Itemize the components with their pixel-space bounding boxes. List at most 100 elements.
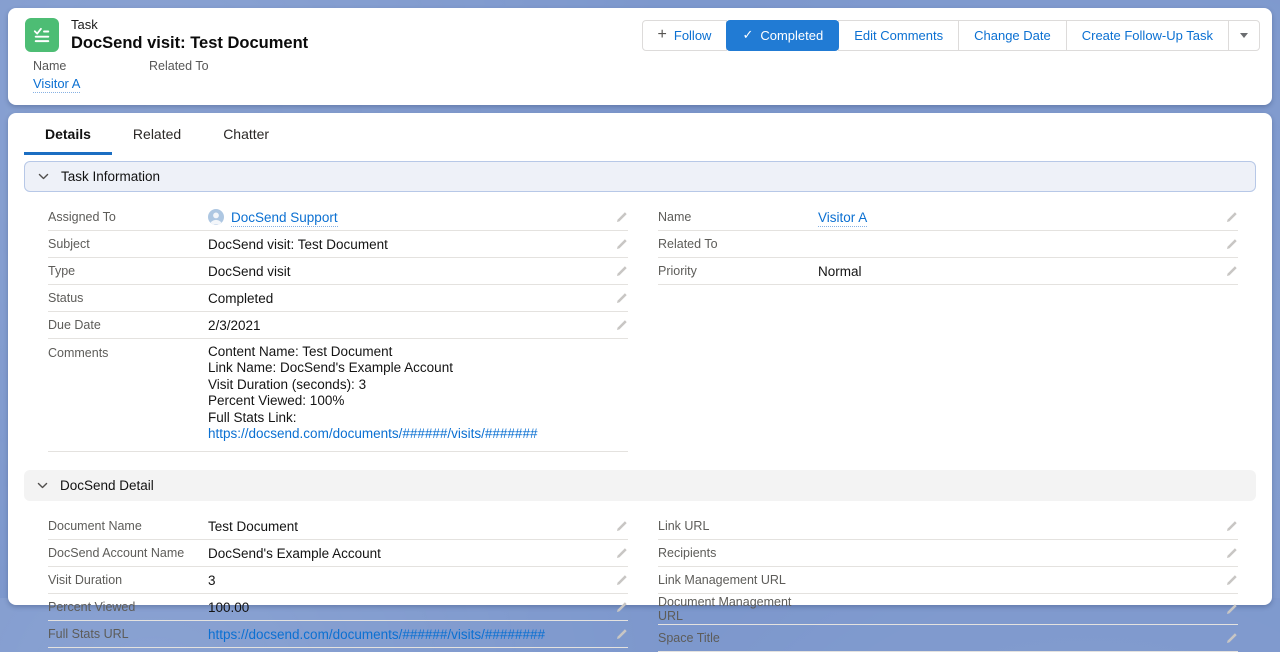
edit-pencil-icon[interactable] xyxy=(1225,238,1238,251)
field-label: DocSend Account Name xyxy=(48,546,185,561)
field-row: Name Visitor A xyxy=(658,204,1238,231)
edit-pencil-icon[interactable] xyxy=(1225,265,1238,278)
edit-pencil-glyph xyxy=(616,602,627,612)
field-value: 100.00 xyxy=(208,599,250,615)
url-link[interactable]: https://docsend.com/documents/######/vis… xyxy=(208,627,545,642)
field-value: 2/3/2021 xyxy=(208,317,261,333)
edit-pencil-glyph xyxy=(616,521,627,531)
page-title: DocSend visit: Test Document xyxy=(71,34,309,53)
record-link[interactable]: Visitor A xyxy=(818,209,868,227)
field-label: Name xyxy=(658,210,692,224)
field-label: Related To xyxy=(658,237,718,251)
edit-pencil-glyph xyxy=(1226,211,1237,222)
tab-related[interactable]: Related xyxy=(112,115,202,155)
field-label: Link Management URL xyxy=(658,573,786,588)
edit-pencil-icon[interactable] xyxy=(1225,603,1238,616)
action-button-group: + Follow ✓ Completed Edit Comments Chang… xyxy=(641,19,1260,51)
edit-pencil-glyph xyxy=(1226,238,1237,249)
record-detail-card: Details Related Chatter Task Information A… xyxy=(8,113,1272,652)
field-row: Subject DocSend visit: Test Document xyxy=(48,231,628,258)
change-date-button[interactable]: Change Date xyxy=(958,19,1067,51)
field-label: Document Name xyxy=(48,519,142,534)
field-value xyxy=(818,244,1217,245)
tab-details[interactable]: Details xyxy=(24,115,112,155)
check-icon: ✓ xyxy=(742,27,754,43)
field-row: Link Management URL xyxy=(658,567,1238,595)
follow-button[interactable]: + Follow xyxy=(641,19,728,51)
field-value: Visitor A xyxy=(818,209,1217,227)
field-row: DocSend Account Name DocSend's Example Ac… xyxy=(48,540,628,568)
task-icon xyxy=(25,18,59,53)
full-stats-link[interactable]: https://docsend.com/documents/######/vis… xyxy=(208,426,537,441)
edit-pencil-icon[interactable] xyxy=(1225,574,1238,587)
field-row: Document Management URL xyxy=(658,594,1238,626)
tab-chatter[interactable]: Chatter xyxy=(202,115,290,155)
comment-line: Content Name: Test Document xyxy=(208,344,393,359)
section-header-task-information[interactable]: Task Information xyxy=(24,161,1256,192)
field-label: Visit Duration xyxy=(48,573,123,588)
edit-pencil-icon[interactable] xyxy=(1225,632,1238,645)
edit-pencil-icon[interactable] xyxy=(615,265,628,278)
dropdown-arrow-icon xyxy=(1240,32,1248,38)
edit-pencil-icon[interactable] xyxy=(1225,211,1238,224)
chevron-down-icon xyxy=(37,483,48,489)
field-label: Due Date xyxy=(48,318,101,332)
edit-pencil-icon[interactable] xyxy=(615,574,628,587)
field-value: DocSend visit xyxy=(208,263,291,279)
field-value: DocSend visit: Test Document xyxy=(208,236,388,252)
edit-pencil-glyph xyxy=(616,575,627,585)
field-row: Assigned To DocSend Support xyxy=(48,204,628,231)
field-label: Link URL xyxy=(658,519,710,534)
task-information-fields: Assigned To DocSend Support Subject DocSend… xyxy=(8,204,1272,453)
edit-pencil-glyph xyxy=(1226,521,1237,531)
name-link[interactable]: Visitor A xyxy=(33,75,81,93)
section-title: Task Information xyxy=(61,169,161,184)
field-label: Full Stats URL xyxy=(48,627,129,642)
edit-pencil-icon[interactable] xyxy=(615,601,628,614)
edit-pencil-icon[interactable] xyxy=(1225,547,1238,560)
docsend-detail-fields: Document Name Test Document DocSend Accoun… xyxy=(8,513,1272,652)
edit-pencil-icon[interactable] xyxy=(615,547,628,560)
comment-line: Link Name: DocSend's Example Account xyxy=(208,360,453,376)
edit-pencil-icon[interactable] xyxy=(615,211,628,224)
edit-comments-button[interactable]: Edit Comments xyxy=(838,19,960,51)
edit-pencil-glyph xyxy=(616,211,627,222)
field-label: Subject xyxy=(48,237,90,251)
completed-button[interactable]: ✓ Completed xyxy=(726,19,840,51)
entity-label: Task xyxy=(71,17,98,32)
field-label: Comments xyxy=(48,346,109,360)
field-label: Type xyxy=(48,264,76,278)
create-follow-up-task-button[interactable]: Create Follow-Up Task xyxy=(1065,19,1229,51)
edit-pencil-icon[interactable] xyxy=(615,292,628,305)
edit-pencil-icon[interactable] xyxy=(615,520,628,533)
highlights-panel: Task DocSend visit: Test Document + Foll… xyxy=(8,8,1272,105)
field-value xyxy=(818,553,1217,554)
section-header-docsend-detail[interactable]: DocSend Detail xyxy=(24,470,1256,502)
field-row: Due Date 2/3/2021 xyxy=(48,312,628,339)
field-row: Status Completed xyxy=(48,285,628,312)
field-value xyxy=(818,526,1217,527)
edit-pencil-icon[interactable] xyxy=(615,319,628,332)
task-icon-glyph xyxy=(33,28,50,43)
edit-pencil-icon[interactable] xyxy=(615,628,628,641)
plus-icon: + xyxy=(657,26,667,44)
edit-pencil-glyph xyxy=(616,238,627,249)
avatar xyxy=(208,209,224,225)
edit-pencil-glyph xyxy=(1226,575,1237,585)
field-row: Space Title xyxy=(658,625,1238,652)
field-row: Link URL xyxy=(658,513,1238,541)
field-label: Priority xyxy=(658,264,697,278)
chevron-down-icon xyxy=(38,173,49,180)
edit-pencil-icon[interactable] xyxy=(615,238,628,251)
section-title: DocSend Detail xyxy=(60,478,154,494)
field-label: Recipients xyxy=(658,546,717,561)
field-value xyxy=(818,609,1217,610)
field-value xyxy=(818,580,1217,581)
edit-pencil-icon[interactable] xyxy=(1225,520,1238,533)
assigned-to-link[interactable]: DocSend Support xyxy=(231,210,338,227)
comment-line: Full Stats Link: https://docsend.com/doc… xyxy=(208,409,538,442)
field-label: Percent Viewed xyxy=(48,600,136,615)
highlights-fields: Name Visitor A Related To xyxy=(8,56,1272,93)
highlights-related-to-field: Related To xyxy=(149,59,265,91)
more-actions-button[interactable] xyxy=(1228,19,1260,51)
